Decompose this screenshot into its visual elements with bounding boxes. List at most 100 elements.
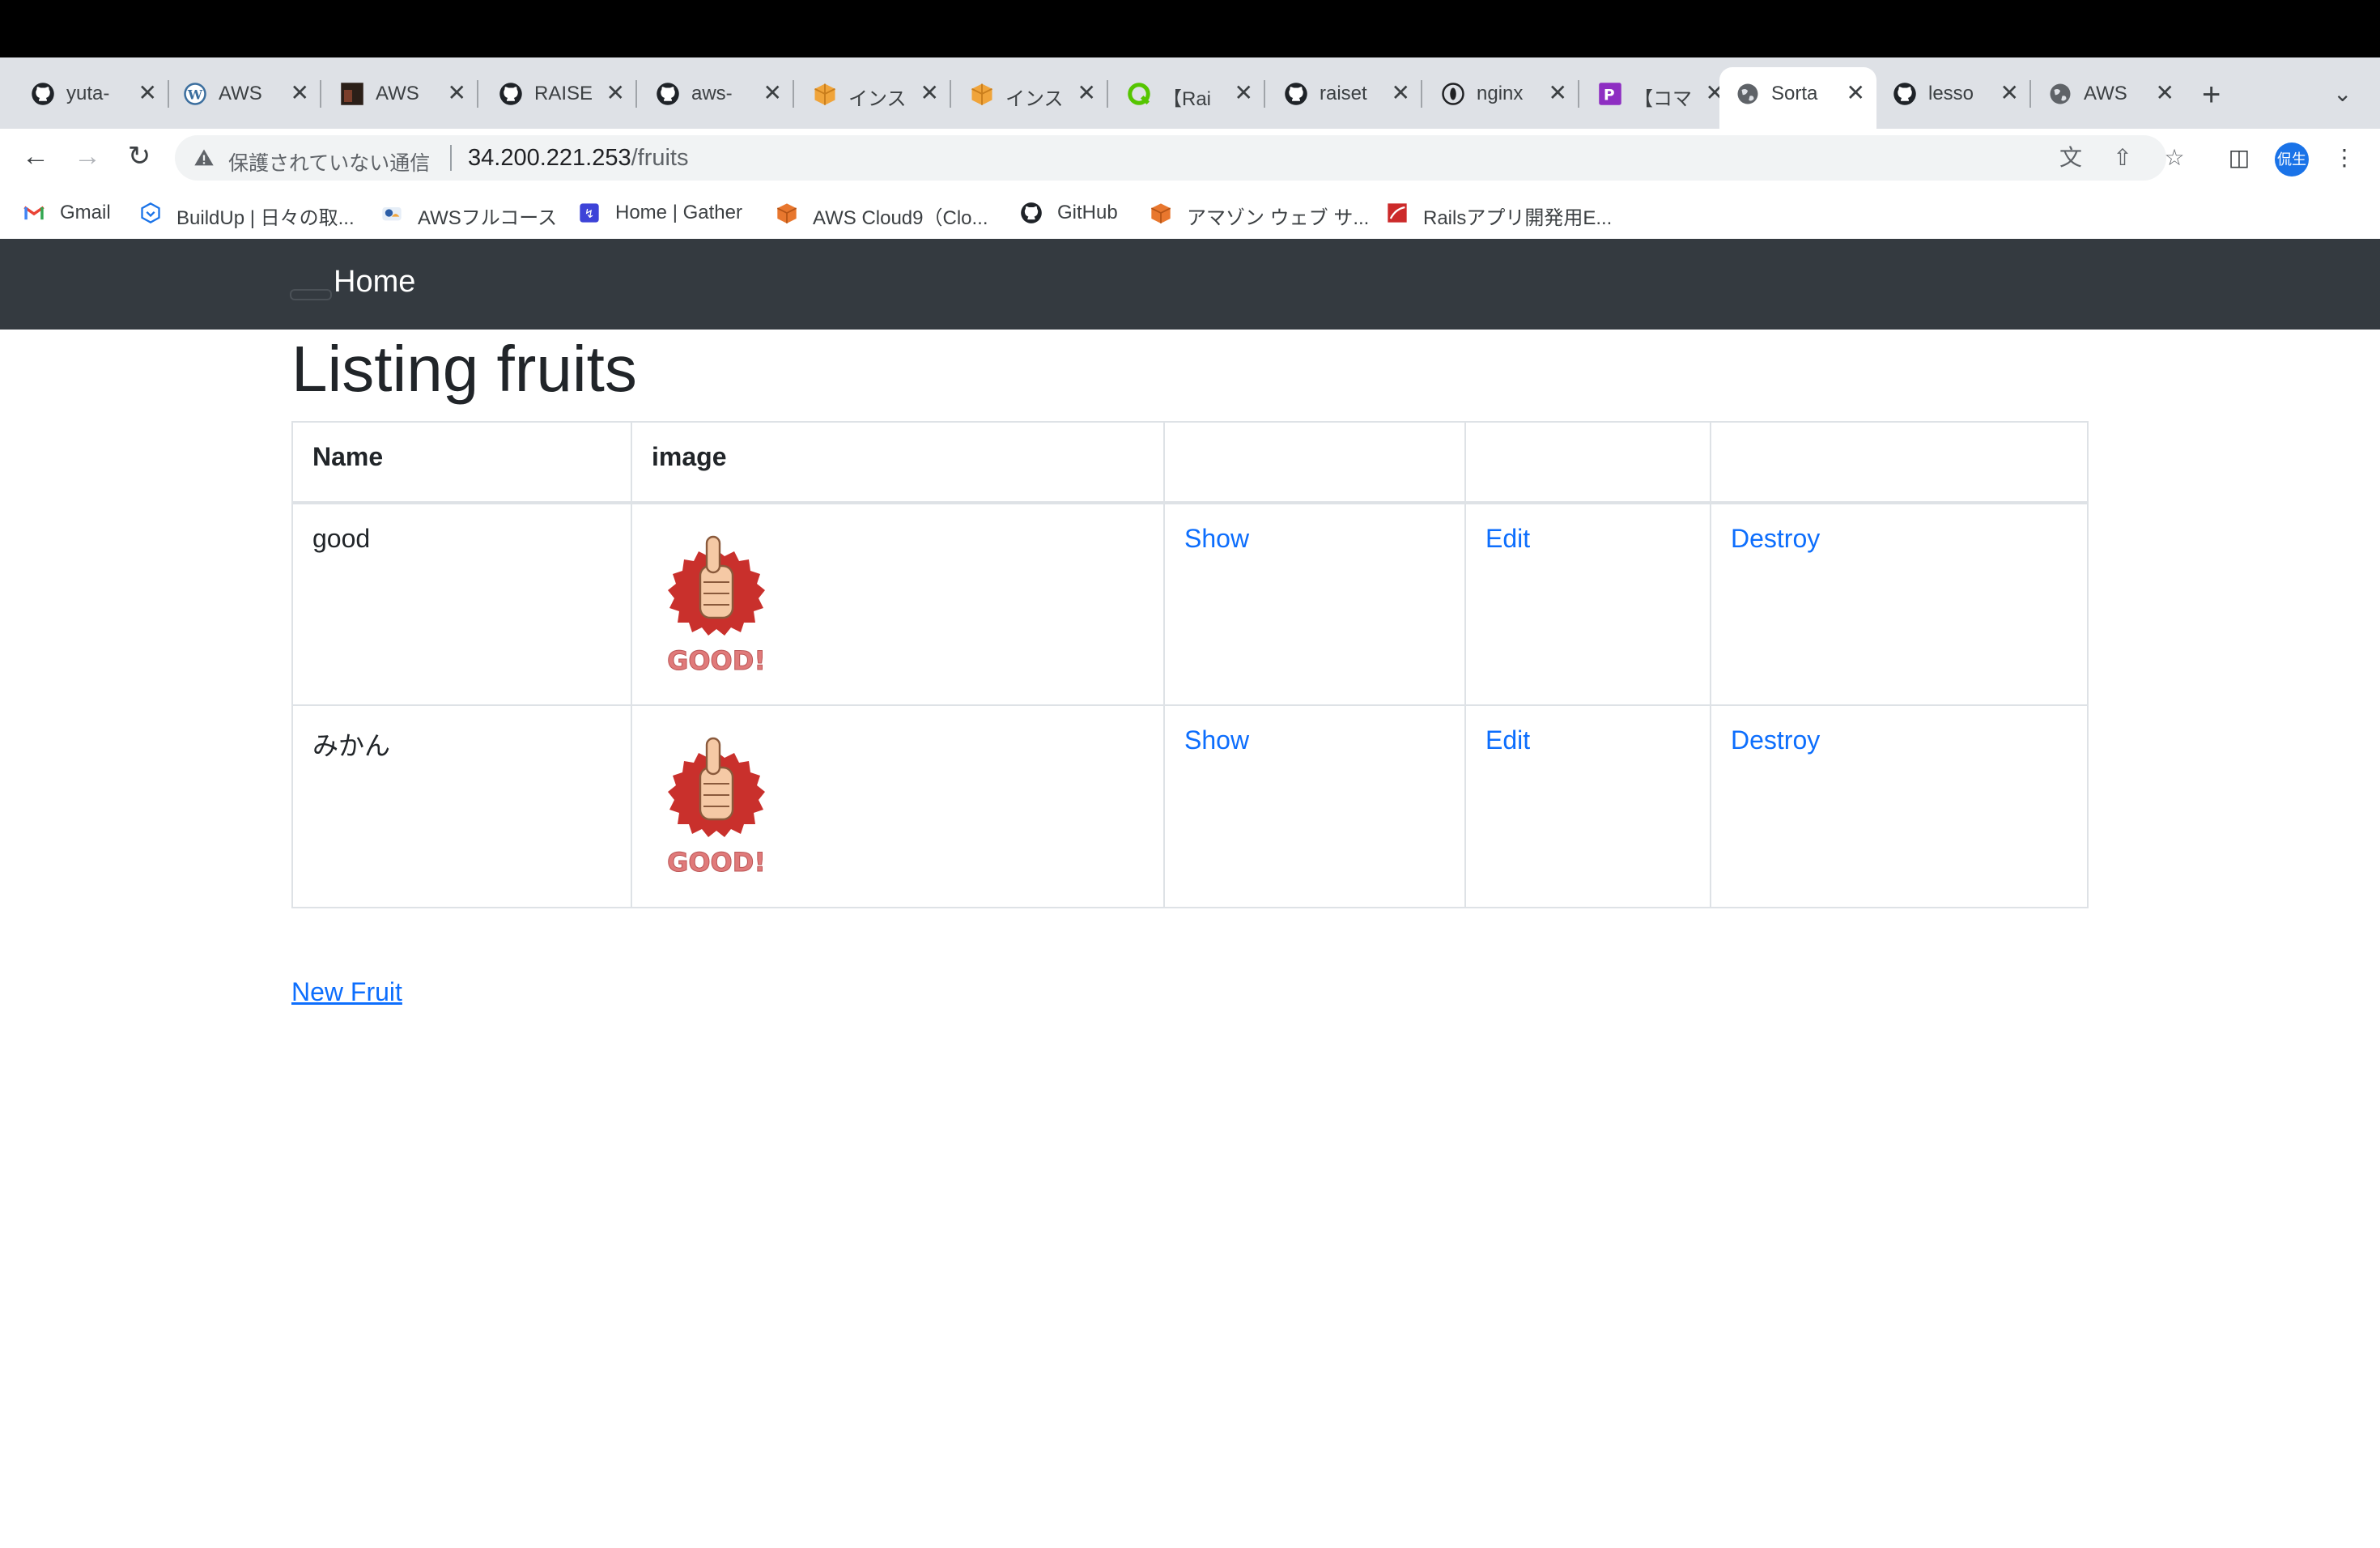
url-text[interactable]: 34.200.221.253/fruits [468, 145, 689, 172]
edit-link-cell: Edit [1464, 704, 1711, 908]
browser-tab[interactable]: AWS ✕ [324, 67, 478, 119]
fruit-name-cell: good [291, 502, 632, 706]
browser-toolbar: ← → ↻ 保護されていない通信 34.200.221.253/fruits 文… [0, 129, 2380, 187]
show-link[interactable]: Show [1184, 725, 1249, 755]
new-fruit-link[interactable]: New Fruit [291, 977, 402, 1007]
url-path: /fruits [631, 145, 689, 171]
github-icon [499, 82, 523, 106]
profile-avatar[interactable]: 侃生 [2275, 142, 2309, 176]
tab-close-icon[interactable]: ✕ [1077, 77, 1096, 109]
github-icon [656, 82, 680, 106]
bookmark-label: Home | Gather [615, 202, 742, 223]
fruits-table: Name image good GOOD! Show Edit Destroy … [291, 421, 2089, 908]
browser-tab[interactable]: nginx ✕ [1425, 67, 1579, 119]
tab-close-icon[interactable]: ✕ [920, 77, 939, 109]
browser-tab[interactable]: W AWS ✕ [167, 67, 321, 119]
tab-title: raiset [1320, 83, 1367, 104]
tab-close-icon[interactable]: ✕ [138, 77, 157, 109]
tab-separator [1264, 80, 1265, 108]
tab-close-icon[interactable]: ✕ [448, 77, 466, 109]
os-top-bar [0, 0, 2380, 57]
info-circle-icon [1441, 82, 1465, 106]
tab-separator [1421, 80, 1422, 108]
github-icon [1020, 202, 1043, 224]
tab-title: 【コマ [1634, 88, 1692, 110]
browser-tab[interactable]: aws- ✕ [640, 67, 794, 119]
green-q-icon [1127, 82, 1151, 106]
show-link-cell: Show [1163, 704, 1466, 908]
back-button[interactable]: ← [18, 138, 53, 174]
navbar-brand-home[interactable]: Home [334, 265, 415, 300]
browser-tab[interactable]: 【Rai ✕ [1111, 67, 1265, 119]
browser-tab[interactable]: Sorta ✕ [1719, 67, 1876, 129]
address-bar[interactable]: 保護されていない通信 34.200.221.253/fruits 文 ⇧ ☆ [175, 135, 2185, 181]
warning-triangle-icon [194, 149, 214, 166]
fruit-image-cell: GOOD! [631, 502, 1165, 706]
bookmark-label: AWS Cloud9（Clo... [813, 207, 988, 229]
column-header-show [1163, 421, 1466, 504]
column-header-name: Name [291, 421, 632, 504]
destroy-link-cell: Destroy [1710, 704, 2089, 908]
bookmark-label: AWSフルコース [418, 207, 558, 229]
reload-button[interactable]: ↻ [121, 138, 157, 174]
browser-tab[interactable]: raiset ✕ [1268, 67, 1422, 119]
show-link[interactable]: Show [1184, 524, 1249, 553]
gmail-icon [23, 202, 45, 224]
new-tab-button[interactable]: + [2202, 77, 2221, 113]
thumbs-up-good-image: GOOD! [667, 535, 766, 677]
menu-kebab-icon[interactable]: ⋮ [2330, 143, 2359, 172]
wordpress-icon: W [183, 82, 207, 106]
tab-title: aws- [691, 83, 733, 104]
github-icon [1893, 82, 1917, 106]
tab-close-icon[interactable]: ✕ [1392, 77, 1410, 109]
browser-tab[interactable]: yuta- ✕ [15, 67, 169, 119]
navbar-toggler[interactable] [290, 289, 332, 300]
tab-title: nginx [1477, 83, 1524, 104]
svg-text:W: W [187, 87, 203, 102]
tab-close-icon[interactable]: ✕ [606, 77, 625, 109]
tab-title: lesso [1928, 83, 1974, 104]
browser-tab[interactable]: AWS ✕ [2032, 67, 2186, 119]
tab-close-icon[interactable]: ✕ [291, 77, 309, 109]
tab-close-icon[interactable]: ✕ [1235, 77, 1253, 109]
destroy-link[interactable]: Destroy [1731, 524, 1820, 553]
bookmark-label: BuildUp | 日々の取... [176, 207, 355, 229]
tab-title: 【Rai [1162, 88, 1212, 110]
side-panel-icon[interactable]: ◫ [2225, 143, 2254, 172]
dark-thumbnail-icon [340, 82, 364, 106]
tab-title: AWS [376, 83, 419, 104]
show-link-cell: Show [1163, 502, 1466, 706]
tab-title: AWS [2084, 83, 2127, 104]
bookmark-label: Gmail [60, 202, 111, 223]
edit-link[interactable]: Edit [1485, 524, 1530, 553]
bookmark-label: アマゾン ウェブ サ... [1187, 207, 1370, 229]
translate-icon[interactable]: 文 [2058, 145, 2084, 171]
bookmark-star-icon[interactable]: ☆ [2161, 145, 2187, 171]
bookmark-label: GitHub [1057, 202, 1118, 223]
browser-tab[interactable]: インス ✕ [954, 67, 1108, 119]
tab-search-chevron-icon[interactable]: ⌄ [2333, 80, 2352, 107]
forward-button[interactable]: → [70, 138, 105, 174]
edit-link[interactable]: Edit [1485, 725, 1530, 755]
bookmark-label: Railsアプリ開発用E... [1423, 207, 1613, 229]
page-title: Listing fruits [291, 333, 637, 405]
tab-close-icon[interactable]: ✕ [2156, 77, 2174, 109]
github-icon [1284, 82, 1308, 106]
browser-tab[interactable]: インス ✕ [797, 67, 951, 119]
tab-separator [635, 80, 637, 108]
browser-tab[interactable]: lesso ✕ [1876, 67, 2031, 119]
browser-tab[interactable]: P 【コマ ✕ [1582, 67, 1736, 119]
tab-close-icon[interactable]: ✕ [1847, 77, 1865, 109]
browser-tab[interactable]: RAISE ✕ [482, 67, 637, 119]
security-label[interactable]: 保護されていない通信 [228, 147, 430, 176]
tab-close-icon[interactable]: ✕ [2000, 77, 2019, 109]
purple-p-icon: P [1598, 82, 1622, 106]
svg-text:GOOD!: GOOD! [667, 847, 766, 878]
tab-close-icon[interactable]: ✕ [763, 77, 782, 109]
rails-icon [1386, 202, 1409, 224]
bookmarks-bar: Gmail BuildUp | 日々の取... AWSフルコース ↯ Home | Ga… [0, 187, 2380, 240]
share-icon[interactable]: ⇧ [2110, 145, 2136, 171]
tab-close-icon[interactable]: ✕ [1549, 77, 1567, 109]
destroy-link[interactable]: Destroy [1731, 725, 1820, 755]
column-header-edit [1464, 421, 1711, 504]
